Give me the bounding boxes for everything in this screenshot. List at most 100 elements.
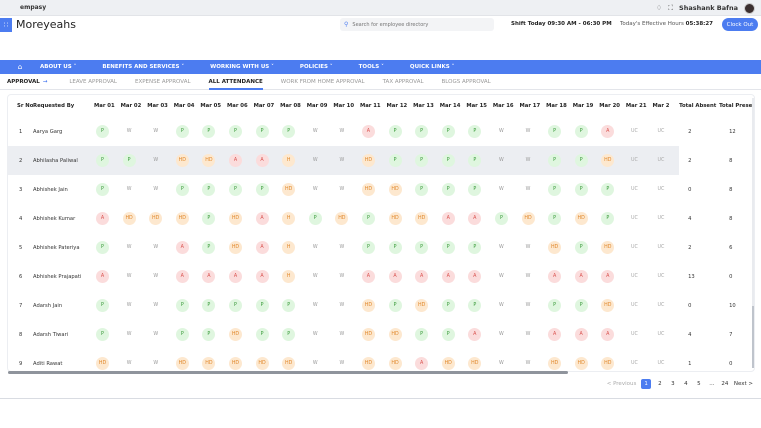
column-header[interactable]: Mar 20 bbox=[599, 95, 626, 117]
status-badge[interactable]: UC bbox=[628, 299, 641, 312]
status-badge[interactable]: P bbox=[441, 241, 455, 254]
status-badge[interactable]: HD bbox=[548, 241, 562, 254]
status-badge[interactable]: A bbox=[441, 212, 455, 225]
column-header[interactable]: Total Absent bbox=[679, 95, 719, 117]
status-badge[interactable]: P bbox=[441, 125, 455, 138]
status-badge[interactable]: HD bbox=[228, 212, 242, 225]
status-badge[interactable]: HD bbox=[441, 357, 455, 370]
status-badge[interactable]: P bbox=[255, 299, 269, 312]
status-badge[interactable]: P bbox=[441, 328, 455, 341]
status-badge[interactable]: W bbox=[123, 241, 136, 254]
status-badge[interactable]: W bbox=[335, 125, 348, 138]
status-badge[interactable]: W bbox=[149, 270, 162, 283]
status-badge[interactable]: W bbox=[495, 241, 508, 254]
status-badge[interactable]: H bbox=[282, 241, 296, 254]
status-badge[interactable]: P bbox=[388, 241, 402, 254]
column-header[interactable]: Mar 19 bbox=[573, 95, 600, 117]
status-badge[interactable]: P bbox=[415, 328, 429, 341]
status-badge[interactable]: UC bbox=[628, 357, 641, 370]
table-row[interactable]: 1 Aarya Garg P W W P P P P P W W A P P P P W W P P A UC UC 2 12 bbox=[8, 117, 754, 146]
status-badge[interactable]: P bbox=[202, 328, 216, 341]
status-badge[interactable]: A bbox=[415, 357, 429, 370]
page-number-button[interactable]: 1 bbox=[641, 379, 651, 389]
status-badge[interactable]: HD bbox=[282, 357, 296, 370]
nav-item[interactable]: BENEFITS AND SERVICES ˅ bbox=[102, 64, 184, 70]
column-header[interactable]: Mar 05 bbox=[200, 95, 227, 117]
nav-item[interactable]: TOOLS ˅ bbox=[359, 64, 384, 70]
status-badge[interactable]: A bbox=[441, 270, 455, 283]
status-badge[interactable]: W bbox=[123, 357, 136, 370]
column-header[interactable]: Mar 14 bbox=[440, 95, 467, 117]
status-badge[interactable]: A bbox=[388, 270, 402, 283]
status-badge[interactable]: HD bbox=[601, 154, 615, 167]
status-badge[interactable]: P bbox=[574, 241, 588, 254]
status-badge[interactable]: HD bbox=[149, 212, 163, 225]
table-row[interactable]: 8 Adarsh Tiwari P W W P P HD P P W W HD HD P P A W W A A A UC U… bbox=[8, 320, 754, 349]
column-header[interactable]: Mar 02 bbox=[121, 95, 148, 117]
status-badge[interactable]: UC bbox=[654, 241, 667, 254]
status-badge[interactable]: HD bbox=[521, 212, 535, 225]
status-badge[interactable]: P bbox=[548, 212, 562, 225]
tab-approval[interactable]: APPROVAL → bbox=[7, 79, 47, 85]
user-name[interactable]: Shashank Bafna bbox=[679, 4, 738, 12]
vertical-scrollbar-thumb[interactable] bbox=[752, 306, 754, 368]
status-badge[interactable]: P bbox=[548, 183, 562, 196]
status-badge[interactable]: P bbox=[282, 125, 296, 138]
status-badge[interactable]: W bbox=[335, 154, 348, 167]
status-badge[interactable]: W bbox=[495, 357, 508, 370]
status-badge[interactable]: P bbox=[96, 299, 109, 312]
tab-expense-approval[interactable]: EXPENSE APPROVAL bbox=[135, 79, 191, 85]
status-badge[interactable]: W bbox=[149, 183, 162, 196]
status-badge[interactable]: W bbox=[123, 328, 136, 341]
status-badge[interactable]: W bbox=[522, 183, 535, 196]
tab-work-from-home-approval[interactable]: WORK FROM HOME APPROVAL bbox=[281, 79, 365, 85]
status-badge[interactable]: W bbox=[335, 299, 348, 312]
status-badge[interactable]: HD bbox=[255, 357, 269, 370]
table-row[interactable]: 2 Abhilasha Paliwal P P W HD HD A A H W W HD P P P P W W P P… bbox=[8, 146, 754, 175]
status-badge[interactable]: HD bbox=[361, 357, 375, 370]
status-badge[interactable]: P bbox=[96, 183, 109, 196]
page-number-button[interactable]: 2 bbox=[656, 381, 664, 387]
status-badge[interactable]: A bbox=[601, 125, 615, 138]
status-badge[interactable]: HD bbox=[388, 328, 402, 341]
status-badge[interactable]: UC bbox=[628, 212, 641, 225]
column-header[interactable]: Mar 16 bbox=[493, 95, 520, 117]
status-badge[interactable]: W bbox=[522, 125, 535, 138]
page-number-button[interactable]: 4 bbox=[682, 381, 690, 387]
status-badge[interactable]: H bbox=[282, 270, 296, 283]
home-icon[interactable]: ⌂ bbox=[0, 63, 40, 71]
search-input[interactable] bbox=[352, 21, 483, 28]
status-badge[interactable]: HD bbox=[388, 357, 402, 370]
status-badge[interactable]: HD bbox=[175, 154, 189, 167]
status-badge[interactable]: P bbox=[175, 125, 189, 138]
status-badge[interactable]: P bbox=[202, 183, 216, 196]
status-badge[interactable]: A bbox=[255, 241, 269, 254]
brand-logo[interactable]: empasy bbox=[20, 4, 46, 11]
status-badge[interactable]: UC bbox=[654, 212, 667, 225]
status-badge[interactable]: W bbox=[335, 183, 348, 196]
status-badge[interactable]: UC bbox=[654, 357, 667, 370]
attendance-table-container[interactable]: Sr No.Requested ByMar 01Mar 02Mar 03Mar … bbox=[7, 94, 755, 372]
status-badge[interactable]: A bbox=[361, 125, 375, 138]
status-badge[interactable]: W bbox=[309, 299, 322, 312]
status-badge[interactable]: HD bbox=[361, 328, 375, 341]
status-badge[interactable]: W bbox=[522, 299, 535, 312]
status-badge[interactable]: HD bbox=[388, 183, 402, 196]
status-badge[interactable]: UC bbox=[628, 328, 641, 341]
table-row[interactable]: 5 Abhishek Pateriya P W W A P HD A H W W P P P P P W W HD P H… bbox=[8, 233, 754, 262]
status-badge[interactable]: P bbox=[96, 154, 109, 167]
status-badge[interactable]: A bbox=[228, 270, 242, 283]
status-badge[interactable]: W bbox=[495, 154, 508, 167]
status-badge[interactable]: HD bbox=[415, 299, 429, 312]
status-badge[interactable]: W bbox=[522, 241, 535, 254]
status-badge[interactable]: UC bbox=[654, 125, 667, 138]
status-badge[interactable]: P bbox=[228, 125, 242, 138]
status-badge[interactable]: A bbox=[96, 270, 109, 283]
status-badge[interactable]: HD bbox=[574, 357, 588, 370]
status-badge[interactable]: HD bbox=[96, 357, 109, 370]
status-badge[interactable]: A bbox=[255, 270, 269, 283]
status-badge[interactable]: A bbox=[415, 270, 429, 283]
table-row[interactable]: 7 Adarsh Jain P W W P P P P P W W HD P HD P P W W P P HD UC UC 0… bbox=[8, 291, 754, 320]
status-badge[interactable]: H bbox=[282, 212, 296, 225]
status-badge[interactable]: UC bbox=[654, 270, 667, 283]
